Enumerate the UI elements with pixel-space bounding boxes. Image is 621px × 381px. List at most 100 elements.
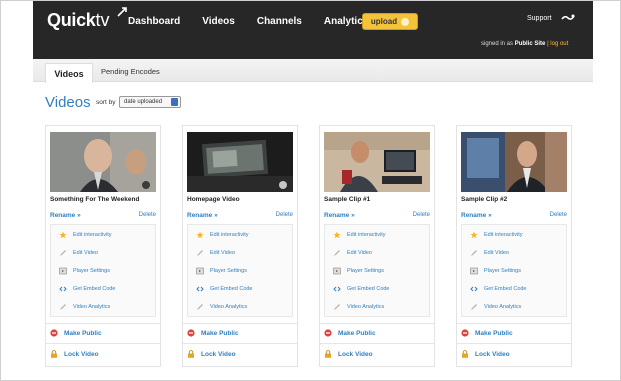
signed-in-status: signed in as Public Site | log out: [481, 41, 568, 47]
player-settings-action[interactable]: Player Settings: [470, 266, 521, 276]
edit-interactivity-action[interactable]: Edit interactivity: [59, 230, 112, 240]
upload-button[interactable]: upload: [362, 13, 418, 30]
edit-video-action[interactable]: Edit Video: [470, 248, 509, 258]
make-public-action[interactable]: Make Public: [461, 328, 513, 338]
analytics-icon: [334, 304, 340, 310]
action-label: Lock Video: [338, 350, 373, 358]
video-thumbnail[interactable]: [50, 132, 156, 192]
get-embed-code-action[interactable]: Get Embed Code: [59, 284, 116, 294]
support-link[interactable]: Support: [527, 15, 552, 22]
action-label: Edit Video: [73, 250, 98, 256]
video-card: Homepage Video Rename » Delete Edit inte…: [182, 125, 298, 367]
delete-link[interactable]: Delete: [413, 212, 430, 218]
video-analytics-action[interactable]: Video Analytics: [333, 302, 384, 312]
lock-video-action[interactable]: Lock Video: [50, 349, 99, 359]
action-label: Edit interactivity: [73, 232, 112, 238]
get-embed-code-action[interactable]: Get Embed Code: [333, 284, 390, 294]
video-title[interactable]: Sample Clip #1: [324, 196, 370, 203]
player-settings-action[interactable]: Player Settings: [333, 266, 384, 276]
lock-icon: [188, 350, 194, 358]
make-public-action[interactable]: Make Public: [50, 328, 102, 338]
video-analytics-action[interactable]: Video Analytics: [196, 302, 247, 312]
lock-video-action[interactable]: Lock Video: [187, 349, 236, 359]
tab-videos[interactable]: Videos: [45, 63, 93, 83]
signed-in-separator: |: [547, 41, 549, 47]
video-title[interactable]: Homepage Video: [187, 196, 240, 203]
star-icon: [196, 231, 204, 239]
action-label: Lock Video: [201, 350, 236, 358]
rename-link[interactable]: Rename »: [50, 212, 81, 219]
pencil-icon: [334, 250, 340, 256]
action-label: Edit interactivity: [210, 232, 249, 238]
delete-link[interactable]: Delete: [550, 212, 567, 218]
top-bar: Quick tv Dashboard Videos Channels Analyt…: [33, 1, 593, 59]
video-card: Something For The Weekend Rename » Delet…: [45, 125, 161, 367]
analytics-icon: [60, 304, 66, 310]
video-title[interactable]: Something For The Weekend: [50, 196, 139, 203]
video-analytics-action[interactable]: Video Analytics: [59, 302, 110, 312]
divider: [457, 323, 571, 324]
player-settings-action[interactable]: Player Settings: [59, 266, 110, 276]
sort-label: sort by: [96, 99, 116, 106]
rename-link[interactable]: Rename »: [461, 212, 492, 219]
make-public-action[interactable]: Make Public: [324, 328, 376, 338]
video-actions-panel: Edit interactivity Edit Video Player Set…: [187, 224, 293, 317]
action-label: Edit Video: [210, 250, 235, 256]
logo[interactable]: Quick tv: [47, 7, 127, 31]
action-label: Player Settings: [347, 268, 384, 274]
action-label: Get Embed Code: [347, 286, 390, 292]
lock-video-action[interactable]: Lock Video: [461, 349, 510, 359]
action-label: Lock Video: [64, 350, 99, 358]
support-icon[interactable]: [561, 13, 575, 23]
player-settings-action[interactable]: Player Settings: [196, 266, 247, 276]
nav-videos[interactable]: Videos: [202, 16, 235, 27]
divider: [320, 343, 434, 344]
edit-interactivity-action[interactable]: Edit interactivity: [470, 230, 523, 240]
logo-text-tv: tv: [95, 10, 110, 30]
sort-select[interactable]: date uploaded: [119, 96, 181, 108]
embed-code-icon: [333, 286, 341, 292]
edit-video-action[interactable]: Edit Video: [59, 248, 98, 258]
edit-video-action[interactable]: Edit Video: [333, 248, 372, 258]
video-analytics-action[interactable]: Video Analytics: [470, 302, 521, 312]
video-grid: Something For The Weekend Rename » Delet…: [45, 125, 573, 367]
action-label: Lock Video: [475, 350, 510, 358]
video-thumbnail[interactable]: [461, 132, 567, 192]
edit-interactivity-action[interactable]: Edit interactivity: [333, 230, 386, 240]
get-embed-code-action[interactable]: Get Embed Code: [196, 284, 253, 294]
logo-text-quick: Quick: [47, 10, 96, 30]
player-icon: [333, 267, 341, 275]
make-public-icon: [461, 329, 469, 337]
action-label: Get Embed Code: [210, 286, 253, 292]
video-card: Sample Clip #1 Rename » Delete Edit inte…: [319, 125, 435, 367]
embed-code-icon: [196, 286, 204, 292]
get-embed-code-action[interactable]: Get Embed Code: [470, 284, 527, 294]
make-public-action[interactable]: Make Public: [187, 328, 239, 338]
nav-dashboard[interactable]: Dashboard: [128, 16, 180, 27]
select-spinner-icon: [171, 98, 178, 106]
lock-icon: [462, 350, 468, 358]
divider: [46, 323, 160, 324]
action-label: Video Analytics: [484, 304, 522, 310]
tab-pending-encodes[interactable]: Pending Encodes: [101, 67, 160, 76]
main-nav: Dashboard Videos Channels Analytics: [128, 16, 390, 27]
delete-link[interactable]: Delete: [276, 212, 293, 218]
make-public-icon: [50, 329, 58, 337]
sub-nav: Videos Pending Encodes: [33, 59, 593, 83]
logout-link[interactable]: log out: [550, 41, 568, 47]
action-label: Get Embed Code: [484, 286, 527, 292]
delete-link[interactable]: Delete: [139, 212, 156, 218]
video-title[interactable]: Sample Clip #2: [461, 196, 507, 203]
action-label: Get Embed Code: [73, 286, 116, 292]
action-label: Edit Video: [347, 250, 372, 256]
edit-video-action[interactable]: Edit Video: [196, 248, 235, 258]
video-thumbnail[interactable]: [324, 132, 430, 192]
rename-link[interactable]: Rename »: [324, 212, 355, 219]
edit-interactivity-action[interactable]: Edit interactivity: [196, 230, 249, 240]
star-icon: [333, 231, 341, 239]
video-card: Sample Clip #2 Rename » Delete Edit inte…: [456, 125, 572, 367]
lock-video-action[interactable]: Lock Video: [324, 349, 373, 359]
nav-channels[interactable]: Channels: [257, 16, 302, 27]
rename-link[interactable]: Rename »: [187, 212, 218, 219]
video-thumbnail[interactable]: [187, 132, 293, 192]
